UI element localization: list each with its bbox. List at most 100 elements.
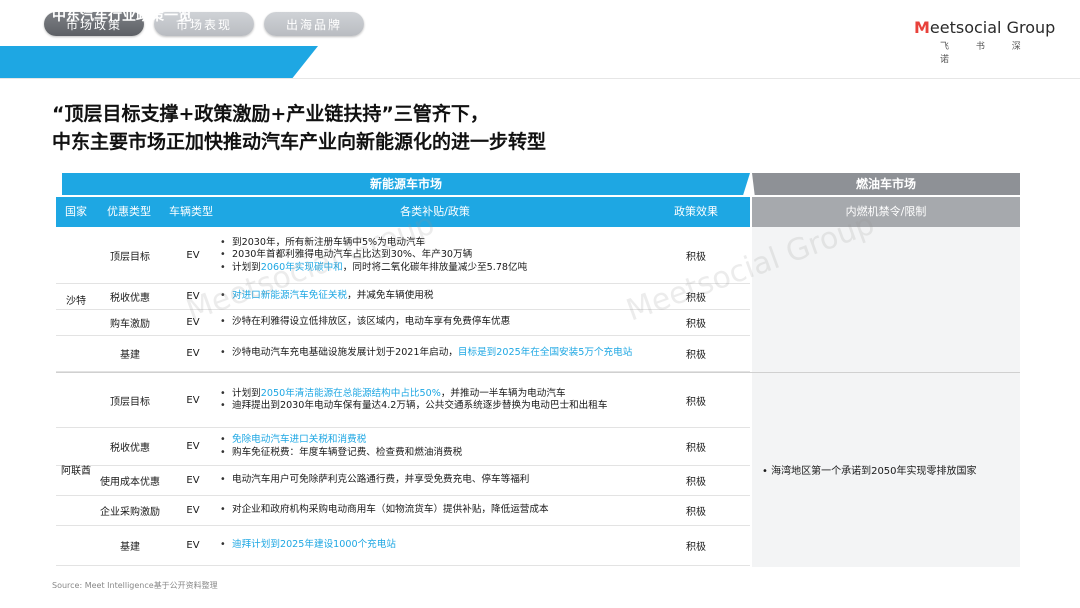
page-headline: “顶层目标支撑+政策激励+产业链扶持”三管齐下， 中东主要市场正加快推动汽车产业… [52,100,546,156]
policy-text: 对企业和政府机构采购电动商用车（如物流货车）提供补贴，降低运营成本 [232,504,549,516]
incentive-type: 企业采购激励 [100,507,160,518]
policy-effect: 积极 [686,477,706,488]
policy-detail: 沙特电动汽车充电基础设施发展计划于2021年启动，目标是到2025年在全国安装5… [216,336,646,371]
fuel-note-text: 海湾地区第一个承诺到2050年实现零排放国家 [762,466,977,477]
policy-detail: 沙特在利雅得设立低排放区，该区域内，电动车享有免费停车优惠 [216,310,646,335]
highlighted-text: 2050年清洁能源在总能源结构中占比50% [260,387,441,399]
incentive-type: 税收优惠 [110,443,150,454]
incentive-type: 顶层目标 [110,396,150,408]
policy-detail: 到2030年，所有新注册车辆中5%为电动汽车2030年首都利雅得电动汽车占比达到… [216,228,646,283]
country-saudi: 沙特 [66,296,86,307]
policy-text: 到2030年，所有新注册车辆中5%为电动汽车 [232,236,426,248]
policy-text: 购车免征税费：年度车辆登记费、检查费和燃油消费税 [232,446,463,458]
section-title: 中东汽车行业政策一览 [52,8,192,24]
policy-effect: 积极 [686,396,706,408]
policy-bullet: 2030年首都利雅得电动汽车占比达到30%、年产30万辆 [218,249,527,262]
section-banner [0,46,318,78]
policy-detail: 对企业和政府机构采购电动商用车（如物流货车）提供补贴，降低运营成本 [216,496,646,525]
fuel-market-header: 燃油车市场 [752,173,1020,195]
col-header-fuel: 内燃机禁令/限制 [845,205,927,218]
policy-text: 沙特在利雅得设立低排放区，该区域内，电动车享有免费停车优惠 [232,316,511,328]
highlighted-text: 迪拜计划到2025年建设1000个充电站 [232,539,396,551]
highlighted-text: 2060年实现碳中和 [260,261,343,273]
tab-overseas-brands[interactable]: 出海品牌 [264,12,364,36]
policy-effect: 积极 [686,350,706,361]
policy-bullet: 购车免征税费：年度车辆登记费、检查费和燃油消费税 [218,447,462,460]
brand-name-rest: eetsocial Group [929,18,1056,37]
headline-line-1: “顶层目标支撑+政策激励+产业链扶持”三管齐下， [52,103,489,125]
policy-text: 沙特电动汽车充电基础设施发展计划于2021年启动， [232,347,458,359]
table-row: 使用成本优惠 EV 电动汽车用户可免除萨利克公路通行费，并享受免费充电、停车等福利 积… [56,466,750,496]
policy-text: ，并推动一半车辆为电动汽车 [440,387,566,399]
table-row: 顶层目标 EV 到2030年，所有新注册车辆中5%为电动汽车2030年首都利雅得电动… [56,228,750,284]
table-row: 基建 EV 迪拜计划到2025年建设1000个充电站 积极 [56,526,750,566]
table-row: 基建 EV 沙特电动汽车充电基础设施发展计划于2021年启动，目标是到2025年在全… [56,336,750,372]
vehicle-type: EV [186,475,200,486]
policy-text: ，同时将二氧化碳年排放量减少至5.78亿吨 [342,261,528,273]
policy-bullet-list: 沙特电动汽车充电基础设施发展计划于2021年启动，目标是到2025年在全国安装5… [218,347,632,360]
policy-detail: 免除电动汽车进口关税和消费税购车免征税费：年度车辆登记费、检查费和燃油消费税 [216,428,646,465]
policy-bullet-list: 免除电动汽车进口关税和消费税购车免征税费：年度车辆登记费、检查费和燃油消费税 [218,434,462,459]
policy-bullet-list: 对进口新能源汽车免征关税，并减免车辆使用税 [218,290,433,303]
policy-text: 计划到 [232,387,261,399]
policy-text: 计划到 [232,261,261,273]
policy-effect: 积极 [686,443,706,454]
vehicle-type: EV [186,291,200,302]
vehicle-type: EV [186,250,200,261]
vehicle-type: EV [186,441,200,452]
incentive-type: 使用成本优惠 [100,477,160,488]
policy-bullet-list: 沙特在利雅得设立低排放区，该区域内，电动车享有免费停车优惠 [218,316,510,329]
table-row: 购车激励 EV 沙特在利雅得设立低排放区，该区域内，电动车享有免费停车优惠 积极 [56,310,750,336]
policy-bullet: 迪拜计划到2025年建设1000个充电站 [218,539,396,552]
policy-text: ，并减免车辆使用税 [347,290,434,302]
vehicle-type: EV [186,394,200,406]
policy-bullet: 迪拜提出到2030年电动车保有量达4.2万辆，公共交通系统逐步替换为电动巴士和出… [218,400,607,413]
table-row: 税收优惠 EV 对进口新能源汽车免征关税，并减免车辆使用税 积极 [56,284,750,310]
nev-market-header: 新能源车市场 [62,173,750,195]
policy-detail: 迪拜计划到2025年建设1000个充电站 [216,526,646,565]
incentive-type: 税收优惠 [110,293,150,304]
col-header-vehicle: 车辆类型 [169,205,213,218]
vehicle-type: EV [186,317,200,328]
policy-bullet: 对企业和政府机构采购电动商用车（如物流货车）提供补贴，降低运营成本 [218,504,549,517]
policy-detail: 电动汽车用户可免除萨利克公路通行费，并享受免费充电、停车等福利 [216,466,646,495]
country-uae: 阿联酋 [61,466,91,477]
highlighted-text: 免除电动汽车进口关税和消费税 [232,434,367,445]
policy-effect: 积极 [686,293,706,304]
policy-effect: 积极 [686,319,706,330]
policy-bullet-list: 对企业和政府机构采购电动商用车（如物流货车）提供补贴，降低运营成本 [218,504,549,517]
col-header-type: 优惠类型 [107,205,151,218]
policy-bullet: 计划到2060年实现碳中和，同时将二氧化碳年排放量减少至5.78亿吨 [218,262,527,275]
policy-bullet-list: 迪拜计划到2025年建设1000个充电站 [218,539,396,552]
highlighted-text: 目标是到2025年在全国安装5万个充电站 [457,347,633,359]
policy-bullet: 对进口新能源汽车免征关税，并减免车辆使用税 [218,290,433,303]
incentive-type: 顶层目标 [110,252,150,263]
banner-divider [0,78,1080,79]
policy-effect: 积极 [686,507,706,518]
policy-bullet-list: 电动汽车用户可免除萨利克公路通行费，并享受免费充电、停车等福利 [218,474,529,487]
policy-detail: 对进口新能源汽车免征关税，并减免车辆使用税 [216,284,646,309]
policy-text: 2030年首都利雅得电动汽车占比达到30%、年产30万辆 [232,249,473,261]
brand-mark: M [914,18,930,37]
brand-subtitle: 飞 书 深 诺 [940,42,1033,65]
vehicle-type: EV [186,348,200,359]
policy-bullet: 到2030年，所有新注册车辆中5%为电动汽车 [218,237,527,250]
policy-bullet: 计划到2050年清洁能源在总能源结构中占比50%，并推动一半车辆为电动汽车 [218,388,607,401]
policy-bullet-list: 到2030年，所有新注册车辆中5%为电动汽车2030年首都利雅得电动汽车占比达到… [218,237,527,275]
policy-text: 迪拜提出到2030年电动车保有量达4.2万辆，公共交通系统逐步替换为电动巴士和出… [232,400,608,411]
fuel-column-bg [752,227,1020,567]
policy-detail: 计划到2050年清洁能源在总能源结构中占比50%，并推动一半车辆为电动汽车迪拜提… [216,373,646,427]
fuel-policy-note: 海湾地区第一个承诺到2050年实现零排放国家 [762,462,977,477]
headline-line-2: 中东主要市场正加快推动汽车产业向新能源化的进一步转型 [52,131,547,153]
brand-name: Meetsocial Group [914,18,1056,37]
col-header-detail: 各类补贴/政策 [400,205,470,218]
col-header-effect: 政策效果 [674,205,718,218]
incentive-type: 购车激励 [110,319,150,330]
source-note: Source: Meet Intelligence基于公开资料整理 [52,581,218,590]
table-row: 税收优惠 EV 免除电动汽车进口关税和消费税购车免征税费：年度车辆登记费、检查费和燃… [56,428,750,466]
highlighted-text: 对进口新能源汽车免征关税 [232,290,348,302]
policy-effect: 积极 [686,542,706,553]
incentive-type: 基建 [120,350,140,361]
policy-text: 电动汽车用户可免除萨利克公路通行费，并享受免费充电、停车等福利 [232,474,530,486]
policy-effect: 积极 [686,252,706,263]
